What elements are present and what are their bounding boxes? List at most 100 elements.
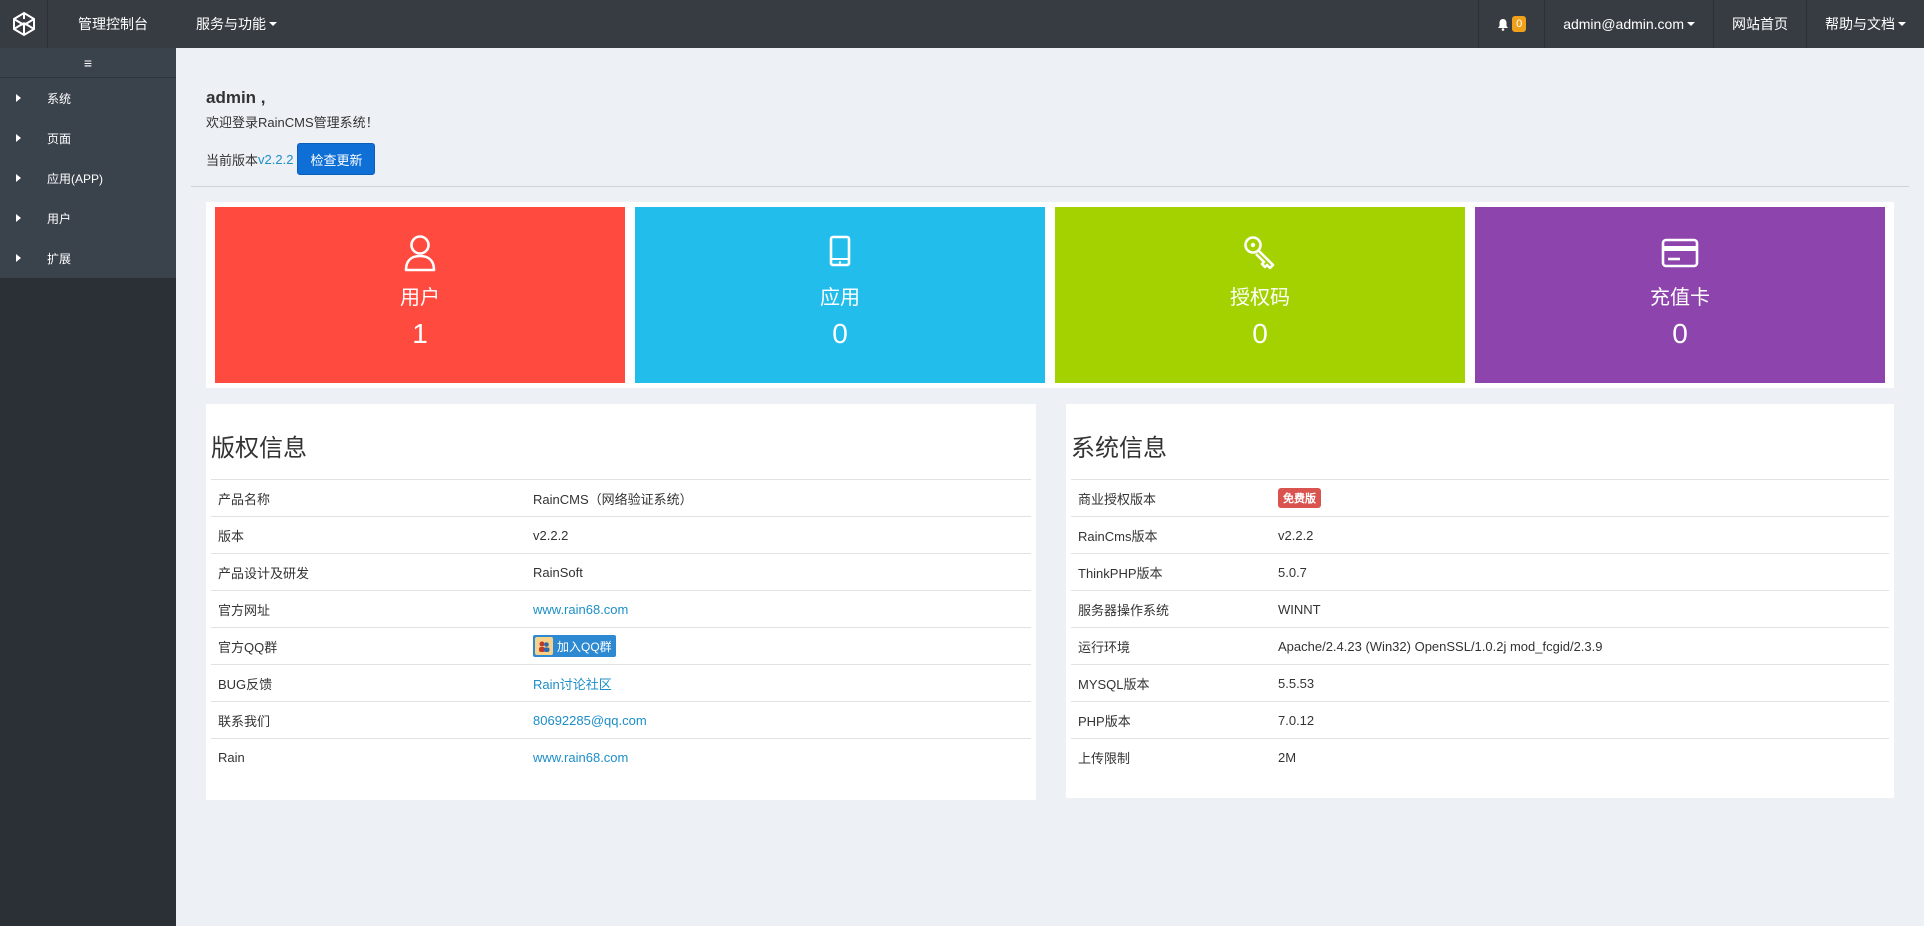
- table-row: ThinkPHP版本 5.0.7: [1071, 553, 1889, 591]
- help-docs-dropdown[interactable]: 帮助与文档: [1806, 0, 1924, 48]
- row-value: Apache/2.4.23 (Win32) OpenSSL/1.0.2j mod…: [1271, 627, 1889, 665]
- main-content: admin , 欢迎登录RainCMS管理系统！ 当前版本 v2.2.2 检查更…: [176, 48, 1924, 926]
- stat-card-users[interactable]: 用户 1: [215, 207, 625, 383]
- table-row: 运行环境 Apache/2.4.23 (Win32) OpenSSL/1.0.2…: [1071, 627, 1889, 665]
- user-menu-dropdown[interactable]: admin@admin.com: [1544, 0, 1713, 48]
- user-icon: [404, 235, 436, 272]
- version-prefix: 当前版本: [206, 152, 259, 168]
- row-key: MYSQL版本: [1071, 664, 1271, 702]
- license-type-badge: 免费版: [1278, 488, 1321, 508]
- sidebar-item-label: 扩展: [47, 251, 72, 266]
- stat-card-license-codes[interactable]: 授权码 0: [1055, 207, 1465, 383]
- sidebar-item-label: 应用(APP): [47, 171, 104, 186]
- rain-site-link[interactable]: www.rain68.com: [533, 750, 628, 765]
- table-row: 官方QQ群 加入QQ群: [211, 627, 1031, 665]
- sidebar-item-pages[interactable]: 页面: [0, 118, 176, 158]
- sidebar-item-apps[interactable]: 应用(APP): [0, 158, 176, 198]
- table-row: 商业授权版本 免费版: [1071, 479, 1889, 517]
- table-row: MYSQL版本 5.5.53: [1071, 664, 1889, 702]
- caret-right-icon: [16, 254, 21, 262]
- sidebar-toggle-icon[interactable]: ≡: [0, 48, 176, 78]
- welcome-message: 欢迎登录RainCMS管理系统！: [206, 115, 379, 130]
- table-row: 版本 v2.2.2: [211, 516, 1031, 554]
- row-key: ThinkPHP版本: [1071, 553, 1271, 591]
- console-title[interactable]: 管理控制台: [48, 14, 178, 34]
- bell-icon: [1498, 18, 1509, 31]
- sidebar-item-system[interactable]: 系统: [0, 78, 176, 118]
- sidebar: ≡ 系统 页面 应用(APP) 用户 扩展: [0, 48, 176, 926]
- table-row: 产品名称 RainCMS（网络验证系统）: [211, 479, 1031, 517]
- welcome-username: admin ,: [206, 88, 266, 107]
- official-site-link[interactable]: www.rain68.com: [533, 602, 628, 617]
- current-version-link[interactable]: v2.2.2: [258, 152, 293, 167]
- user-email: admin@admin.com: [1563, 16, 1684, 32]
- key-icon: [1244, 236, 1275, 270]
- caret-right-icon: [16, 94, 21, 102]
- stats-panel: 用户 1 应用 0 授权码 0 充值卡 0: [206, 202, 1894, 388]
- row-key: Rain: [211, 738, 526, 776]
- notifications-button[interactable]: 0: [1478, 0, 1544, 48]
- table-row: RainCms版本 v2.2.2: [1071, 516, 1889, 554]
- join-qq-group-label: 加入QQ群: [557, 639, 612, 654]
- row-key: 上传限制: [1071, 738, 1271, 776]
- stat-label: 授权码: [1230, 287, 1290, 309]
- copyright-table: 产品名称 RainCMS（网络验证系统） 版本 v2.2.2 产品设计及研发 R…: [211, 479, 1031, 776]
- system-info-table: 商业授权版本 免费版 RainCms版本 v2.2.2 ThinkPHP版本 5…: [1071, 479, 1889, 776]
- row-key: 官方QQ群: [211, 627, 526, 665]
- stat-value: 0: [1672, 318, 1688, 349]
- sidebar-menu: ≡ 系统 页面 应用(APP) 用户 扩展: [0, 48, 176, 278]
- row-value: 5.0.7: [1271, 553, 1889, 591]
- stat-card-apps[interactable]: 应用 0: [635, 207, 1045, 383]
- table-row: Rain www.rain68.com: [211, 738, 1031, 776]
- system-info-panel: 系统信息 商业授权版本 免费版 RainCms版本 v2.2.2 ThinkPH…: [1066, 404, 1894, 798]
- notification-count-badge: 0: [1512, 16, 1527, 32]
- row-value: 7.0.12: [1271, 701, 1889, 739]
- tablet-icon: [829, 235, 851, 267]
- stat-label: 用户: [400, 287, 440, 309]
- sidebar-item-extensions[interactable]: 扩展: [0, 238, 176, 278]
- row-key: PHP版本: [1071, 701, 1271, 739]
- top-navbar: 管理控制台 服务与功能 0 admin@admin.com 网站首页 帮助与文档: [0, 0, 1924, 48]
- help-docs-label: 帮助与文档: [1825, 16, 1895, 32]
- stat-label: 应用: [820, 287, 860, 309]
- version-row: 当前版本 v2.2.2 检查更新: [206, 143, 379, 175]
- logo-icon[interactable]: [0, 0, 48, 48]
- services-label: 服务与功能: [196, 16, 266, 32]
- divider: [191, 186, 1909, 187]
- row-key: 商业授权版本: [1071, 479, 1271, 517]
- copyright-title: 版权信息: [211, 435, 307, 462]
- table-row: BUG反馈 Rain讨论社区: [211, 664, 1031, 702]
- stat-value: 1: [412, 318, 428, 349]
- caret-down-icon: [1687, 22, 1695, 26]
- sidebar-item-users[interactable]: 用户: [0, 198, 176, 238]
- row-value: 5.5.53: [1271, 664, 1889, 702]
- qq-group-icon: [535, 637, 553, 655]
- row-value: v2.2.2: [1271, 516, 1889, 554]
- row-value: RainSoft: [526, 553, 1031, 591]
- services-dropdown[interactable]: 服务与功能: [178, 0, 295, 48]
- row-key: 产品名称: [211, 479, 526, 517]
- caret-right-icon: [16, 214, 21, 222]
- caret-right-icon: [16, 134, 21, 142]
- table-row: 服务器操作系统 WINNT: [1071, 590, 1889, 628]
- join-qq-group-button[interactable]: 加入QQ群: [533, 635, 616, 657]
- caret-down-icon: [1898, 22, 1906, 26]
- row-value: WINNT: [1271, 590, 1889, 628]
- table-row: 产品设计及研发 RainSoft: [211, 553, 1031, 591]
- copyright-panel: 版权信息 产品名称 RainCMS（网络验证系统） 版本 v2.2.2 产品设计…: [206, 404, 1036, 800]
- row-value: RainCMS（网络验证系统）: [526, 479, 1031, 517]
- contact-email-link[interactable]: 80692285@qq.com: [533, 713, 647, 728]
- site-home-link[interactable]: 网站首页: [1713, 0, 1806, 48]
- sidebar-item-label: 用户: [47, 211, 72, 226]
- row-key: 官方网址: [211, 590, 526, 628]
- check-update-button[interactable]: 检查更新: [297, 143, 376, 175]
- bug-feedback-link[interactable]: Rain讨论社区: [533, 677, 612, 692]
- stat-card-recharge-cards[interactable]: 充值卡 0: [1475, 207, 1885, 383]
- row-key: 版本: [211, 516, 526, 554]
- caret-right-icon: [16, 174, 21, 182]
- sidebar-item-label: 页面: [47, 131, 72, 146]
- caret-down-icon: [269, 22, 277, 26]
- welcome-section: admin , 欢迎登录RainCMS管理系统！ 当前版本 v2.2.2 检查更…: [206, 88, 379, 175]
- table-row: 联系我们 80692285@qq.com: [211, 701, 1031, 739]
- row-key: BUG反馈: [211, 664, 526, 702]
